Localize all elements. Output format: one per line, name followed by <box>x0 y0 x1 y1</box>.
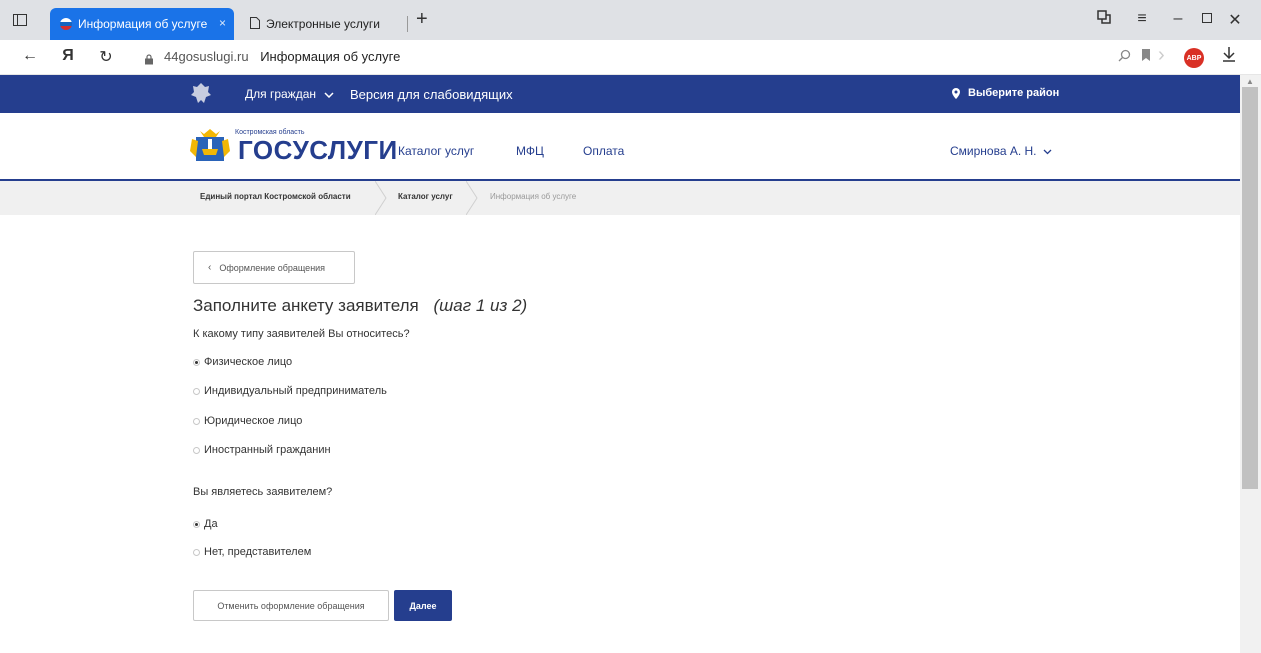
radio-label: Нет, представителем <box>204 546 312 558</box>
new-tab-button[interactable]: + <box>416 8 428 31</box>
lock-icon <box>144 52 154 65</box>
radio-button[interactable] <box>193 548 200 556</box>
location-pin-icon <box>952 87 960 99</box>
back-arrow-icon[interactable]: ← <box>20 47 40 65</box>
site-header: Костромская область ГОСУСЛУГИ Каталог ус… <box>0 113 1240 181</box>
chevron-down-icon <box>1043 144 1052 158</box>
radio-label: Иностранный гражданин <box>204 444 331 456</box>
close-window-icon[interactable]: ✕ <box>1225 10 1245 30</box>
menu-payment[interactable]: Оплата <box>583 144 624 158</box>
radio-button[interactable] <box>193 417 200 425</box>
radio-individual[interactable]: Физическое лицо <box>193 356 292 368</box>
tabs-menu-icon[interactable] <box>1094 10 1114 29</box>
kostroma-coat-of-arms-icon <box>190 129 230 161</box>
menu-mfc[interactable]: МФЦ <box>516 144 544 158</box>
menu-catalog[interactable]: Каталог услуг <box>398 144 474 158</box>
gosuslugi-logo[interactable]: Костромская область ГОСУСЛУГИ <box>190 127 398 163</box>
low-vision-link[interactable]: Версия для слабовидящих <box>350 87 513 102</box>
form-title-text: Заполните анкету заявителя <box>193 296 419 315</box>
page-icon <box>250 16 260 32</box>
logo-wordmark-prefix: ГОС <box>238 135 293 165</box>
scrollbar-thumb[interactable] <box>1242 87 1258 489</box>
tab-close-icon[interactable]: × <box>219 16 226 30</box>
top-navigation-strip: Для граждан Версия для слабовидящих Выбе… <box>0 75 1240 113</box>
radio-representative[interactable]: Нет, представителем <box>193 546 311 558</box>
browser-tab-strip: Информация об услуге × Электронные услуг… <box>0 0 1261 40</box>
breadcrumb-separator-icon <box>466 181 478 215</box>
page-title: Заполните анкету заявителя (шаг 1 из 2) <box>193 296 527 316</box>
minimize-icon[interactable]: – <box>1168 10 1188 28</box>
yandex-logo-icon[interactable]: Я <box>58 47 78 65</box>
logo-wordmark-suffix: УСЛУГИ <box>292 135 398 165</box>
citizens-menu[interactable]: Для граждан <box>245 87 334 101</box>
radio-button-checked[interactable] <box>193 358 200 366</box>
radio-legal-entity[interactable]: Юридическое лицо <box>193 415 302 427</box>
question-applicant-type: К какому типу заявителей Вы относитесь? <box>193 328 410 340</box>
user-name: Смирнова А. Н. <box>950 144 1037 158</box>
download-icon[interactable] <box>1222 46 1236 67</box>
scroll-up-icon[interactable]: ▲ <box>1246 77 1254 86</box>
radio-foreign-citizen[interactable]: Иностранный гражданин <box>193 444 331 456</box>
chevron-right-icon: › <box>1158 44 1165 66</box>
web-page: Для граждан Версия для слабовидящих Выбе… <box>0 75 1240 653</box>
user-menu[interactable]: Смирнова А. Н. <box>950 144 1052 158</box>
breadcrumb-catalog[interactable]: Каталог услуг <box>398 192 453 201</box>
search-icon[interactable] <box>1118 49 1131 65</box>
tab-service-info[interactable]: Информация об услуге × <box>50 8 234 40</box>
radio-entrepreneur[interactable]: Индивидуальный предприниматель <box>193 385 387 397</box>
next-button[interactable]: Далее <box>394 590 452 621</box>
url-domain: 44gosuslugi.ru <box>164 49 249 64</box>
adblock-icon[interactable]: ABP <box>1184 48 1204 68</box>
url-field[interactable]: 44gosuslugi.ru Информация об услуге <box>164 49 400 64</box>
tricolor-flag-icon <box>60 18 72 30</box>
back-to-request-button[interactable]: ‹ Оформление обращения <box>193 251 355 284</box>
tab-label: Информация об услуге <box>78 17 208 31</box>
radio-yes[interactable]: Да <box>193 518 218 530</box>
question-is-applicant: Вы являетесь заявителем? <box>193 486 333 498</box>
radio-label: Индивидуальный предприниматель <box>204 385 387 397</box>
region-emblem-icon <box>190 81 212 105</box>
maximize-icon[interactable] <box>1197 10 1217 28</box>
radio-button-checked[interactable] <box>193 520 200 528</box>
radio-label: Физическое лицо <box>204 356 293 368</box>
tab-separator <box>407 16 408 32</box>
breadcrumb: Единый портал Костромской области Катало… <box>0 181 1240 215</box>
tab-electronic-services[interactable]: Электронные услуги <box>240 8 408 40</box>
back-button-label: Оформление обращения <box>219 262 326 273</box>
sidebar-toggle-icon[interactable] <box>8 8 32 32</box>
url-page-title: Информация об услуге <box>260 49 401 64</box>
breadcrumb-current: Информация об услуге <box>490 192 577 201</box>
main-menu-icon[interactable]: ≡ <box>1132 10 1152 28</box>
chevron-left-icon: ‹ <box>208 262 212 273</box>
logo-region-caption: Костромская область <box>235 129 305 136</box>
radio-label: Юридическое лицо <box>204 415 303 427</box>
citizens-label: Для граждан <box>245 87 317 101</box>
radio-label: Да <box>204 518 218 530</box>
region-selector[interactable]: Выберите район <box>952 87 1059 99</box>
bookmark-icon[interactable] <box>1141 49 1151 64</box>
tab-label: Электронные услуги <box>266 17 380 31</box>
radio-button[interactable] <box>193 387 200 395</box>
breadcrumb-portal[interactable]: Единый портал Костромской области <box>200 192 351 201</box>
reload-icon[interactable]: ↻ <box>96 47 116 67</box>
cancel-request-button[interactable]: Отменить оформление обращения <box>193 590 389 621</box>
breadcrumb-separator-icon <box>375 181 387 215</box>
radio-button[interactable] <box>193 446 200 454</box>
page-scrollbar[interactable]: ▲ <box>1240 75 1261 653</box>
form-step-indicator: (шаг 1 из 2) <box>433 296 528 315</box>
region-label: Выберите район <box>968 87 1060 99</box>
logo-wordmark: ГОСУСЛУГИ <box>238 137 398 163</box>
browser-address-bar: ← Я ↻ 44gosuslugi.ru Информация об услуг… <box>0 40 1261 75</box>
chevron-down-icon <box>324 87 334 101</box>
